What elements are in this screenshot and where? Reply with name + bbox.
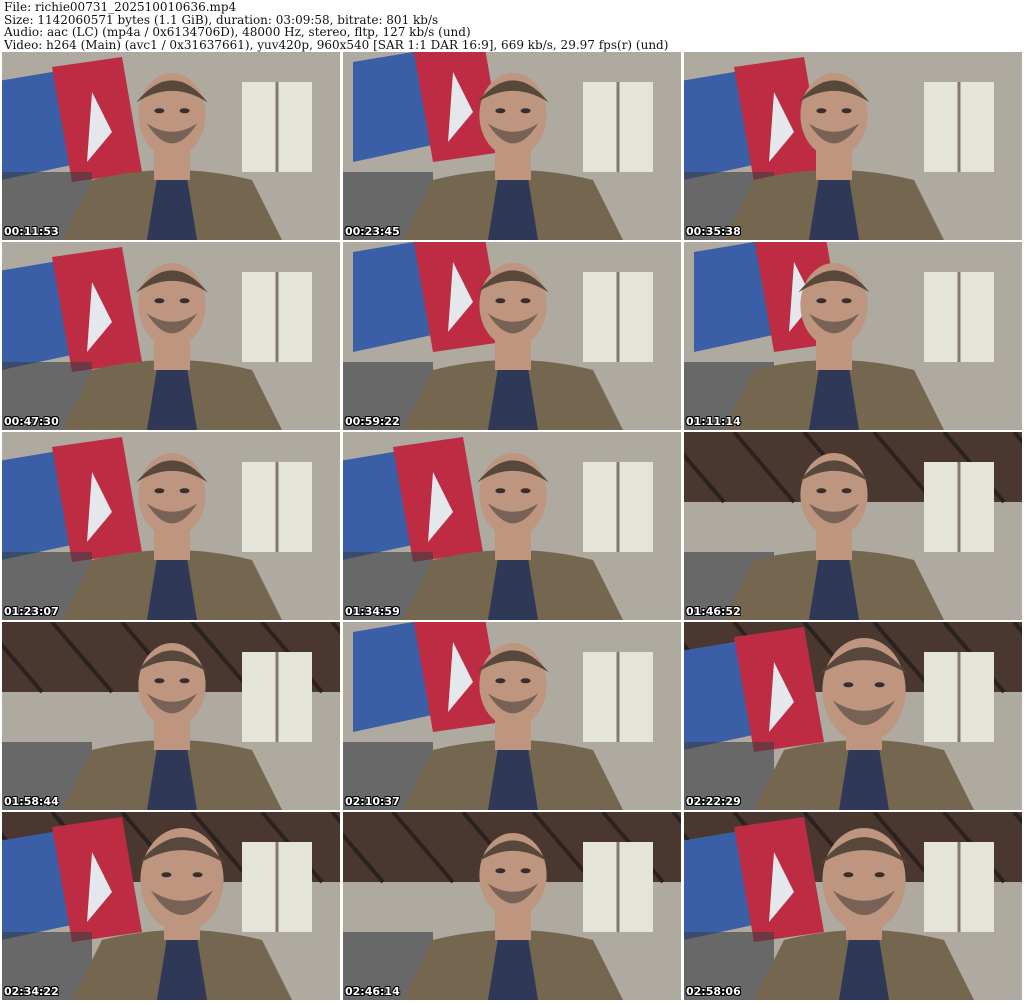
video-thumbnail: 01:11:14	[684, 242, 1022, 430]
video-thumbnail: 00:59:22	[343, 242, 681, 430]
video-thumbnail: 01:23:07	[2, 432, 340, 620]
thumbnail-frame-image	[684, 52, 1022, 240]
video-thumbnail: 01:46:52	[684, 432, 1022, 620]
thumbnail-frame-image	[2, 52, 340, 240]
thumbnail-timestamp: 02:58:06	[686, 985, 741, 998]
video-thumbnail: 00:11:53	[2, 52, 340, 240]
thumbnail-timestamp: 01:23:07	[4, 605, 59, 618]
thumbnail-timestamp: 01:34:59	[345, 605, 400, 618]
thumbnail-frame-image	[2, 242, 340, 430]
thumbnail-frame-image	[343, 242, 681, 430]
thumbnail-timestamp: 00:35:38	[686, 225, 741, 238]
thumbnail-timestamp: 01:11:14	[686, 415, 741, 428]
thumbnail-timestamp: 02:34:22	[4, 985, 59, 998]
video-thumbnail: 00:35:38	[684, 52, 1022, 240]
thumbnail-timestamp: 02:10:37	[345, 795, 400, 808]
video-thumbnail: 02:10:37	[343, 622, 681, 810]
video-thumbnail: 01:58:44	[2, 622, 340, 810]
thumbnail-frame-image	[343, 432, 681, 620]
thumbnail-timestamp: 02:46:14	[345, 985, 400, 998]
thumbnail-frame-image	[2, 622, 340, 810]
thumbnail-timestamp: 01:46:52	[686, 605, 741, 618]
video-thumbnail: 02:58:06	[684, 812, 1022, 1000]
thumbnail-frame-image	[2, 812, 340, 1000]
video-thumbnail: 00:23:45	[343, 52, 681, 240]
thumbnail-timestamp: 00:59:22	[345, 415, 400, 428]
audio-info-line: Audio: aac (LC) (mp4a / 0x6134706D), 480…	[4, 25, 471, 39]
video-thumbnail: 02:46:14	[343, 812, 681, 1000]
video-info-line: Video: h264 (Main) (avc1 / 0x31637661), …	[4, 37, 669, 52]
thumbnail-timestamp: 00:23:45	[345, 225, 400, 238]
video-thumbnail: 00:47:30	[2, 242, 340, 430]
thumbnail-frame-image	[343, 812, 681, 1000]
thumbnail-timestamp: 02:22:29	[686, 795, 741, 808]
thumbnail-grid: 00:11:53 00:23:45 00:35:38 00:47:30 00:59:22…	[2, 52, 1022, 1002]
thumbnail-frame-image	[2, 432, 340, 620]
thumbnail-frame-image	[343, 52, 681, 240]
thumbnail-frame-image	[684, 242, 1022, 430]
file-info-header: File: richie00731_202510010636.mp4 Size:…	[4, 1, 1020, 51]
video-thumbnail: 01:34:59	[343, 432, 681, 620]
thumbnail-frame-image	[343, 622, 681, 810]
thumbnail-frame-image	[684, 432, 1022, 620]
video-thumbnail: 02:22:29	[684, 622, 1022, 810]
thumbnail-timestamp: 00:47:30	[4, 415, 59, 428]
thumbnail-frame-image	[684, 622, 1022, 810]
thumbnail-frame-image	[684, 812, 1022, 1000]
video-thumbnail: 02:34:22	[2, 812, 340, 1000]
thumbnail-timestamp: 00:11:53	[4, 225, 59, 238]
thumbnail-timestamp: 01:58:44	[4, 795, 59, 808]
file-name-line: File: richie00731_202510010636.mp4	[4, 0, 237, 14]
